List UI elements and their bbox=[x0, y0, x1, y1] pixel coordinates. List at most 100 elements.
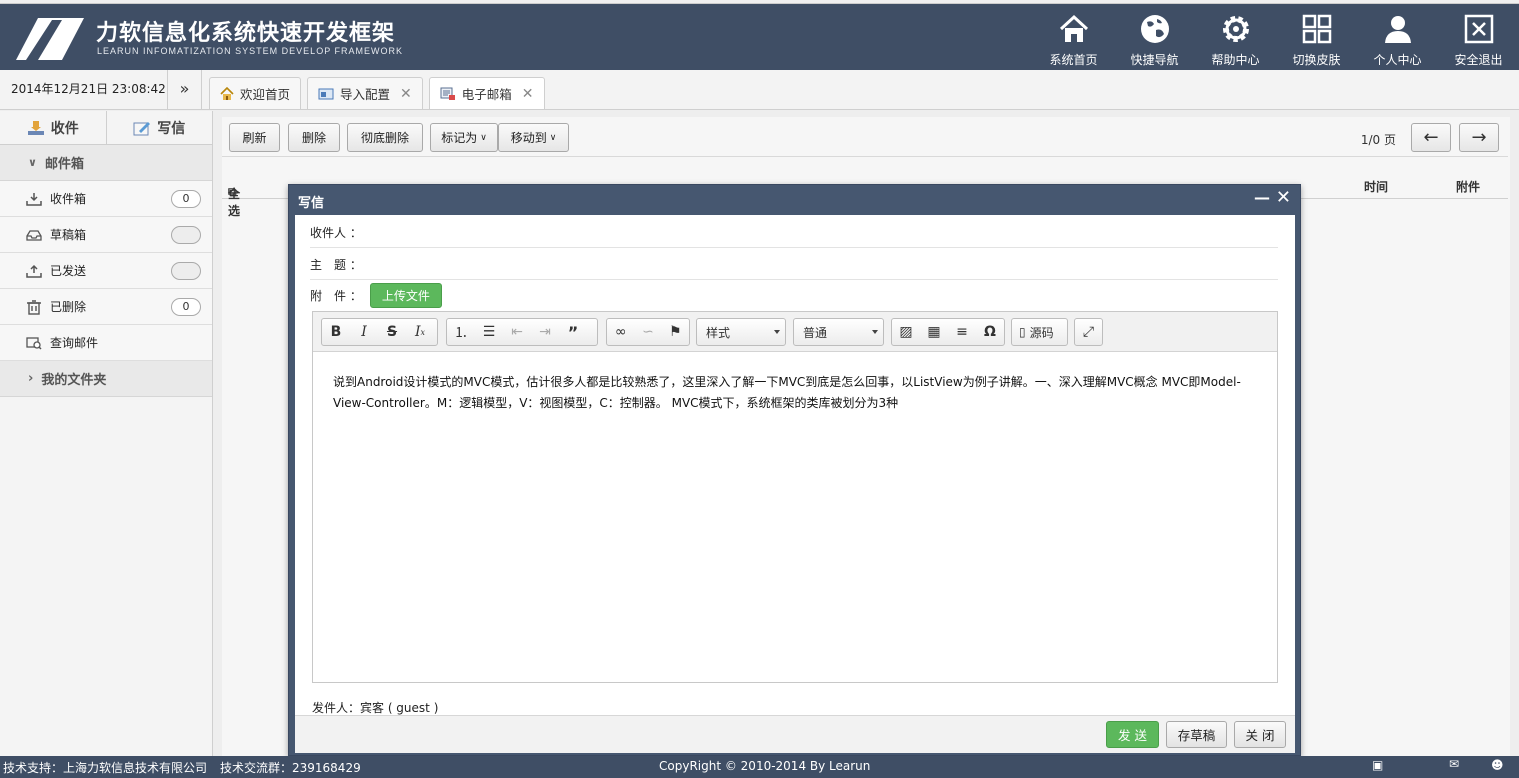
nav-home-label: 系统首页 bbox=[1049, 53, 1098, 67]
col-attachment[interactable]: 附件 bbox=[1456, 178, 1480, 195]
dialog-body: 收件人 ： 主 题 ： 附 件 ： 上传文件 B I S Ix ⒈ ☰ ⇤ ⇥ … bbox=[295, 215, 1295, 715]
subject-label: 主 题 ： bbox=[310, 257, 362, 272]
chevron-down-icon: ∨ bbox=[28, 156, 37, 169]
gear-icon bbox=[1222, 16, 1249, 42]
close-button[interactable]: 关 闭 bbox=[1234, 721, 1286, 748]
nav-profile-label: 个人中心 bbox=[1373, 53, 1422, 67]
nav-quick[interactable]: 快捷导航 bbox=[1114, 8, 1195, 70]
strikethrough-icon[interactable]: S bbox=[378, 319, 406, 345]
minimize-icon[interactable]: — bbox=[1254, 188, 1270, 207]
outdent-icon[interactable]: ⇤ bbox=[503, 319, 531, 345]
nav-profile[interactable]: 个人中心 bbox=[1357, 8, 1438, 70]
upload-icon bbox=[26, 264, 42, 278]
style-select[interactable]: 样式 bbox=[696, 318, 786, 346]
nav-logout-label: 安全退出 bbox=[1454, 53, 1503, 67]
dialog-footer: 发 送 存草稿 关 闭 bbox=[295, 715, 1295, 753]
my-folders-label: 我的文件夹 bbox=[41, 373, 107, 388]
prev-page-button[interactable]: ← bbox=[1411, 123, 1451, 152]
mail-sidebar: 收件 写信 ∨ 邮件箱 收件箱 0 草稿箱 已发送 已删除 0 查询邮件 › 我… bbox=[0, 111, 213, 756]
nav-help[interactable]: 帮助中心 bbox=[1195, 8, 1276, 70]
mail-toolbar: 刷新 删除 彻底删除 标记为 ∨ 移动到 ∨ 1/0 页 ← → bbox=[222, 117, 1508, 157]
clear-format-icon[interactable]: Ix bbox=[406, 319, 434, 345]
col-time[interactable]: 时间 bbox=[1364, 178, 1388, 195]
tab-welcome[interactable]: 欢迎首页 bbox=[209, 77, 302, 109]
subject-row[interactable]: 主 题 ： bbox=[310, 249, 1278, 280]
link-icon[interactable]: ∞ bbox=[607, 319, 634, 345]
app-title: 力软信息化系统快速开发框架 bbox=[96, 21, 396, 46]
nav-home[interactable]: 系统首页 bbox=[1033, 8, 1114, 70]
mailbox-group[interactable]: ∨ 邮件箱 bbox=[0, 145, 212, 181]
sidebar-item-label: 查询邮件 bbox=[50, 336, 99, 350]
sidebar-item-search-mail[interactable]: 查询邮件 bbox=[0, 325, 212, 361]
sidebar-item-deleted[interactable]: 已删除 0 bbox=[0, 289, 212, 325]
upload-file-button[interactable]: 上传文件 bbox=[369, 283, 442, 308]
ordered-list-icon[interactable]: ⒈ bbox=[447, 319, 475, 345]
sidebar-toggle-button[interactable]: » bbox=[168, 70, 202, 109]
send-button[interactable]: 发 送 bbox=[1106, 721, 1159, 748]
purge-button[interactable]: 彻底删除 bbox=[347, 123, 423, 152]
tab-close-icon[interactable]: ✕ bbox=[522, 86, 534, 102]
arrow-left-icon: ← bbox=[1423, 127, 1439, 148]
unlink-icon[interactable]: ∽ bbox=[634, 319, 661, 345]
logo-icon bbox=[16, 18, 84, 60]
recipient-row[interactable]: 收件人 ： bbox=[310, 217, 1278, 248]
format-select-value: 普通 bbox=[803, 325, 828, 340]
nav-logout[interactable]: 安全退出 bbox=[1438, 8, 1519, 70]
calendar-icon[interactable]: ▣ bbox=[1372, 758, 1383, 772]
move-to-dropdown[interactable]: 移动到 ∨ bbox=[498, 123, 569, 152]
nav-skin[interactable]: 切换皮肤 bbox=[1276, 8, 1357, 70]
tab-email[interactable]: 电子邮箱 ✕ bbox=[428, 77, 545, 109]
sidebar-item-label: 已删除 bbox=[50, 300, 87, 314]
format-select[interactable]: 普通 bbox=[793, 318, 884, 346]
close-icon[interactable]: ✕ bbox=[1276, 187, 1291, 208]
compose-icon bbox=[133, 121, 151, 135]
sidebar-item-sent[interactable]: 已发送 bbox=[0, 253, 212, 289]
sidebar-item-label: 已发送 bbox=[50, 264, 87, 278]
datetime-display: 2014年12月21日 23:08:42 bbox=[0, 70, 168, 109]
sidebar-item-drafts[interactable]: 草稿箱 bbox=[0, 217, 212, 253]
paragraph-group: ⒈ ☰ ⇤ ⇥ ” bbox=[446, 318, 598, 346]
horizontal-rule-icon[interactable]: ≡ bbox=[948, 319, 976, 345]
import-config-icon bbox=[318, 88, 334, 99]
receive-button[interactable]: 收件 bbox=[0, 111, 107, 144]
tab-close-icon[interactable]: ✕ bbox=[400, 86, 412, 102]
tab-import-config[interactable]: 导入配置 ✕ bbox=[307, 77, 423, 109]
fullscreen-button[interactable]: ⤢ bbox=[1074, 318, 1103, 346]
count-badge: 0 bbox=[171, 190, 201, 208]
globe-icon bbox=[1140, 15, 1169, 43]
unordered-list-icon[interactable]: ☰ bbox=[475, 319, 503, 345]
caret-down-icon bbox=[774, 330, 780, 334]
editor-toolbar: B I S Ix ⒈ ☰ ⇤ ⇥ ” ∞ ∽ ⚑ 样式 普通 ▨ ▦ ≡ Ω ▯… bbox=[313, 312, 1277, 352]
count-badge bbox=[171, 262, 201, 280]
email-tab-icon bbox=[440, 87, 455, 100]
sidebar-item-label: 草稿箱 bbox=[50, 228, 87, 242]
select-all-label: 全选 bbox=[228, 187, 241, 218]
tab-bar: 2014年12月21日 23:08:42 » 欢迎首页 导入配置 ✕ 电子邮箱 … bbox=[0, 70, 1519, 110]
sidebar-item-inbox[interactable]: 收件箱 0 bbox=[0, 181, 212, 217]
blockquote-icon[interactable]: ” bbox=[559, 319, 587, 345]
save-draft-button[interactable]: 存草稿 bbox=[1166, 721, 1227, 748]
anchor-flag-icon[interactable]: ⚑ bbox=[662, 319, 689, 345]
arrow-right-icon: → bbox=[1471, 127, 1487, 148]
compose-button[interactable]: 写信 bbox=[107, 111, 213, 144]
refresh-button[interactable]: 刷新 bbox=[229, 123, 280, 152]
editor-content[interactable]: 说到Android设计模式的MVC模式，估计很多人都是比较熟悉了，这里深入了解一… bbox=[333, 372, 1263, 414]
image-icon[interactable]: ▨ bbox=[892, 319, 920, 345]
copyright-text: CopyRight © 2010-2014 By Learun bbox=[659, 759, 871, 773]
users-icon[interactable]: ☻ bbox=[1491, 758, 1504, 772]
link-group: ∞ ∽ ⚑ bbox=[606, 318, 690, 346]
next-page-button[interactable]: → bbox=[1459, 123, 1499, 152]
chevron-right-icon: › bbox=[28, 371, 34, 386]
delete-button[interactable]: 删除 bbox=[288, 123, 340, 152]
indent-icon[interactable]: ⇥ bbox=[531, 319, 559, 345]
my-folders-group[interactable]: › 我的文件夹 bbox=[0, 361, 212, 397]
source-button[interactable]: ▯ 源码 bbox=[1011, 318, 1068, 346]
mark-as-dropdown[interactable]: 标记为 ∨ bbox=[430, 123, 498, 152]
source-doc-icon: ▯ bbox=[1019, 325, 1026, 339]
special-char-icon[interactable]: Ω bbox=[976, 319, 1004, 345]
table-icon[interactable]: ▦ bbox=[920, 319, 948, 345]
bold-icon[interactable]: B bbox=[322, 319, 350, 345]
nav-skin-label: 切换皮肤 bbox=[1292, 53, 1341, 67]
italic-icon[interactable]: I bbox=[350, 319, 378, 345]
mail-icon[interactable]: ✉ bbox=[1449, 757, 1459, 771]
